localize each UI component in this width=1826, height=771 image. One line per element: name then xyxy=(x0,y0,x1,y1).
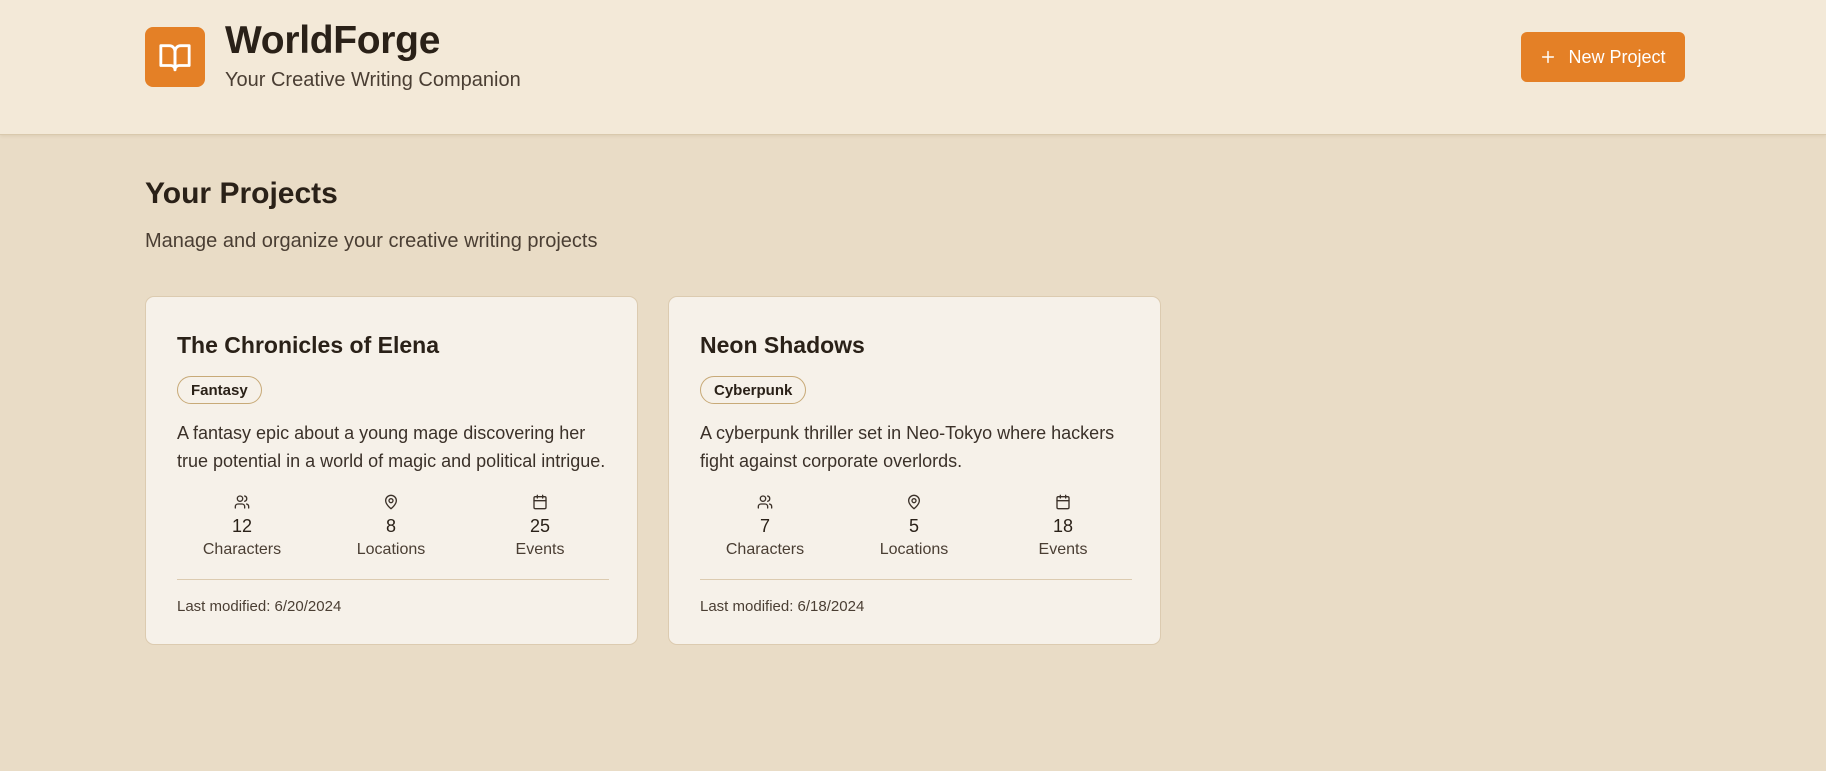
stat-value: 18 xyxy=(1052,516,1074,536)
project-card[interactable]: Neon Shadows Cyberpunk A cyberpunk thril… xyxy=(668,296,1161,645)
last-modified: Last modified: 6/20/2024 xyxy=(177,598,342,615)
users-icon xyxy=(757,495,773,509)
stat-events: 25 Events xyxy=(475,493,605,559)
calendar-icon xyxy=(533,494,547,510)
stat-locations: 8 Locations xyxy=(326,493,456,559)
page-subtitle: Manage and organize your creative writin… xyxy=(145,230,598,252)
map-pin-icon xyxy=(385,494,397,510)
stat-label: Characters xyxy=(202,541,282,558)
page-title: Your Projects xyxy=(145,177,338,210)
card-divider xyxy=(700,579,1132,580)
stat-events: 18 Events xyxy=(998,493,1128,559)
plus-icon xyxy=(1542,50,1555,64)
app-header: WorldForge Your Creative Writing Compani… xyxy=(0,0,1826,135)
map-pin-icon xyxy=(908,494,920,510)
app-subtitle: Your Creative Writing Companion xyxy=(225,69,521,91)
users-icon xyxy=(234,495,250,509)
project-title: Neon Shadows xyxy=(700,332,865,358)
last-modified: Last modified: 6/18/2024 xyxy=(700,598,865,615)
stat-value: 25 xyxy=(529,516,551,536)
project-stats: 7 Characters 5 Locations 18 Events xyxy=(700,493,1132,563)
book-open-icon xyxy=(145,27,205,87)
project-card[interactable]: The Chronicles of Elena Fantasy A fantas… xyxy=(145,296,638,645)
stat-value: 12 xyxy=(231,516,253,536)
stat-value: 5 xyxy=(908,516,919,536)
new-project-label: New Project xyxy=(1568,46,1666,67)
stat-label: Events xyxy=(515,541,565,558)
app-title: WorldForge xyxy=(225,19,441,62)
card-divider xyxy=(177,579,609,580)
project-description: A cyberpunk thriller set in Neo-Tokyo wh… xyxy=(700,423,1115,471)
project-stats: 12 Characters 8 Locations 25 Events xyxy=(177,493,609,563)
stat-value: 7 xyxy=(759,516,770,536)
genre-badge: Fantasy xyxy=(177,376,262,404)
stat-label: Locations xyxy=(356,541,426,558)
stat-characters: 12 Characters xyxy=(177,493,307,559)
project-description: A fantasy epic about a young mage discov… xyxy=(177,423,606,471)
stat-label: Events xyxy=(1038,541,1088,558)
project-title: The Chronicles of Elena xyxy=(177,332,439,358)
calendar-icon xyxy=(1056,494,1070,510)
stat-label: Characters xyxy=(725,541,805,558)
stat-label: Locations xyxy=(879,541,949,558)
stat-characters: 7 Characters xyxy=(700,493,830,559)
genre-badge: Cyberpunk xyxy=(700,376,807,404)
stat-locations: 5 Locations xyxy=(849,493,979,559)
new-project-button[interactable]: New Project xyxy=(1521,32,1685,82)
stat-value: 8 xyxy=(385,516,396,536)
